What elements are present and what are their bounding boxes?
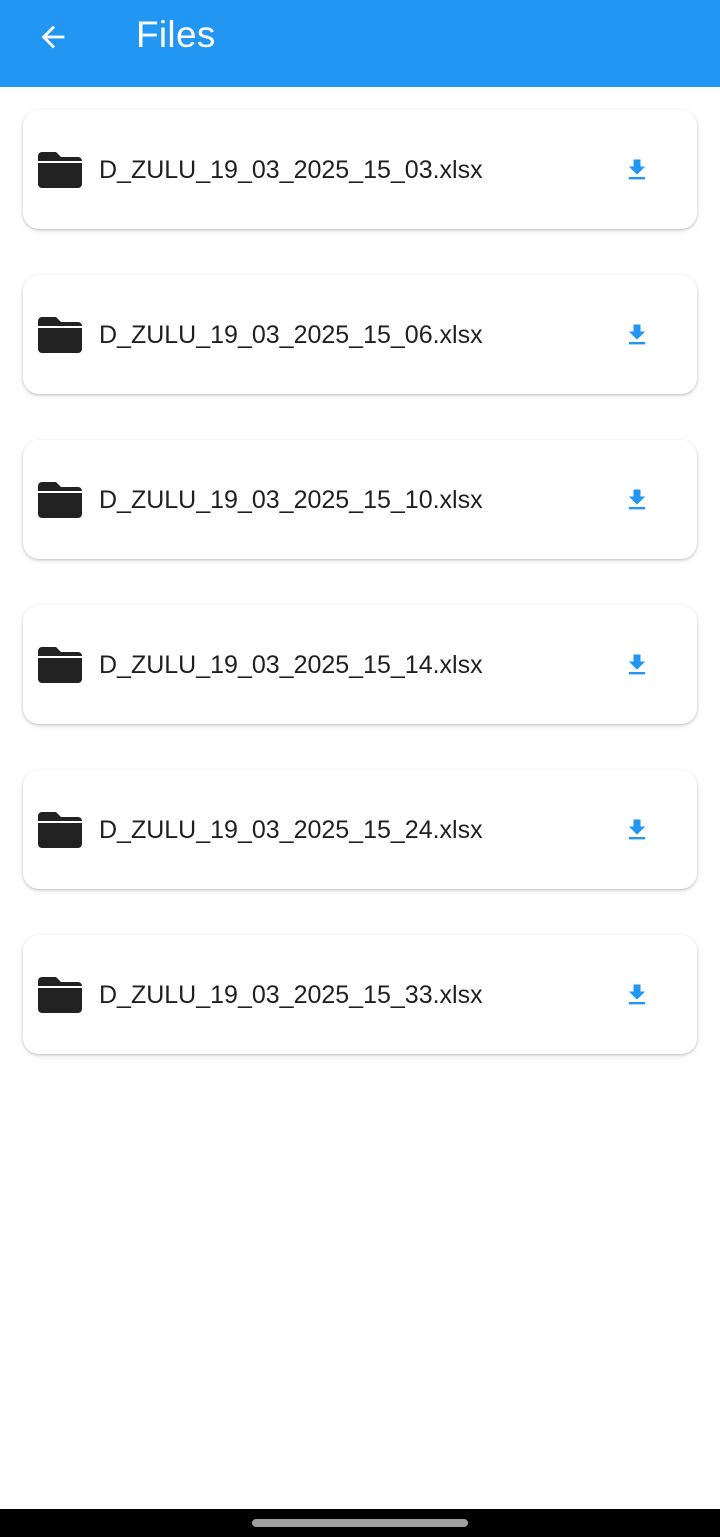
home-gesture-handle[interactable] bbox=[252, 1519, 468, 1527]
folder-icon bbox=[38, 482, 82, 518]
file-card: D_ZULU_19_03_2025_15_03.xlsx bbox=[23, 110, 697, 229]
download-button[interactable] bbox=[615, 148, 659, 192]
folder-icon bbox=[38, 977, 82, 1013]
file-name[interactable]: D_ZULU_19_03_2025_15_06.xlsx bbox=[99, 320, 483, 350]
file-card: D_ZULU_19_03_2025_15_06.xlsx bbox=[23, 275, 697, 394]
file-card: D_ZULU_19_03_2025_15_10.xlsx bbox=[23, 440, 697, 559]
file-card: D_ZULU_19_03_2025_15_33.xlsx bbox=[23, 935, 697, 1054]
download-icon bbox=[623, 156, 651, 184]
download-icon bbox=[623, 651, 651, 679]
arrow-left-icon bbox=[36, 20, 70, 54]
folder-icon bbox=[38, 152, 82, 188]
folder-icon bbox=[38, 317, 82, 353]
download-button[interactable] bbox=[615, 643, 659, 687]
file-card: D_ZULU_19_03_2025_15_14.xlsx bbox=[23, 605, 697, 724]
page-title: Files bbox=[136, 14, 216, 55]
download-button[interactable] bbox=[615, 973, 659, 1017]
download-button[interactable] bbox=[615, 478, 659, 522]
download-icon bbox=[623, 981, 651, 1009]
back-button[interactable] bbox=[30, 14, 76, 60]
file-name[interactable]: D_ZULU_19_03_2025_15_33.xlsx bbox=[99, 980, 483, 1010]
file-name[interactable]: D_ZULU_19_03_2025_15_14.xlsx bbox=[99, 650, 483, 680]
download-icon bbox=[623, 486, 651, 514]
download-icon bbox=[623, 321, 651, 349]
file-card: D_ZULU_19_03_2025_15_24.xlsx bbox=[23, 770, 697, 889]
file-name[interactable]: D_ZULU_19_03_2025_15_03.xlsx bbox=[99, 155, 483, 185]
download-icon bbox=[623, 816, 651, 844]
file-name[interactable]: D_ZULU_19_03_2025_15_10.xlsx bbox=[99, 485, 483, 515]
download-button[interactable] bbox=[615, 808, 659, 852]
file-name[interactable]: D_ZULU_19_03_2025_15_24.xlsx bbox=[99, 815, 483, 845]
folder-icon bbox=[38, 647, 82, 683]
app-bar: Files bbox=[0, 0, 720, 87]
download-button[interactable] bbox=[615, 313, 659, 357]
system-navigation-bar bbox=[0, 1509, 720, 1537]
folder-icon bbox=[38, 812, 82, 848]
